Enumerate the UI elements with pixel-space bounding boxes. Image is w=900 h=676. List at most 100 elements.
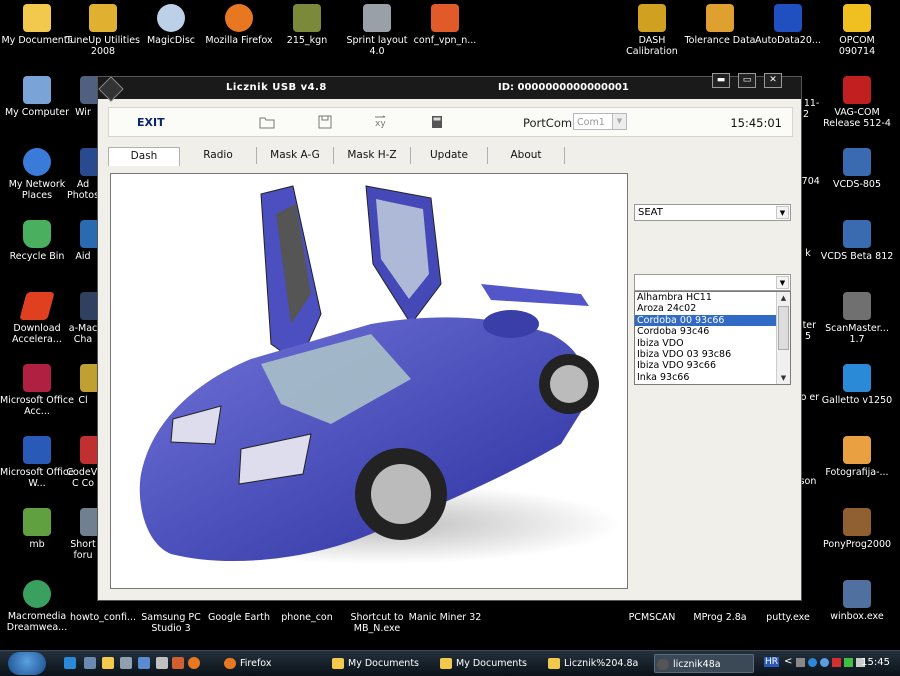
ie-icon[interactable] [64, 657, 76, 669]
chevron-down-icon: ▼ [612, 114, 626, 129]
desktop-icon-scanmaster[interactable]: ScanMaster... 1.7 [820, 290, 894, 358]
list-scrollbar[interactable]: ▲ ▼ [776, 292, 790, 384]
desktop-icon-galletto[interactable]: Galletto v1250 [820, 362, 894, 430]
start-button[interactable] [8, 652, 46, 675]
desktop-icon-fotografija[interactable]: Fotografija-... [820, 434, 894, 502]
desktop-icon-ms-access[interactable]: Microsoft Office Acc... [0, 362, 74, 430]
desktop-icon-recycle-bin[interactable]: Recycle Bin [0, 218, 74, 286]
desktop-icon-sprint-layout[interactable]: Sprint layout 4.0 [340, 2, 414, 70]
desktop-icon-partial-photoshop[interactable]: Ad Photos [66, 146, 100, 214]
toolbar: EXIT xy PortCom Com1 ▼ 15:45:01 [108, 107, 793, 137]
list-item[interactable]: Ibiza VDO 03 93c86 [635, 349, 790, 360]
scroll-up-icon[interactable]: ▲ [777, 292, 790, 304]
desktop-icon-magicdisc[interactable]: MagicDisc [134, 2, 208, 70]
desktop-icon-partial-amac[interactable]: a-Mac Cha [66, 290, 100, 358]
scroll-thumb[interactable] [778, 306, 789, 350]
desktop-icon-winbox[interactable]: winbox.exe [820, 578, 894, 646]
save-disk-icon[interactable] [317, 115, 333, 129]
desktop-icon-tuneup[interactable]: TuneUp Utilities 2008 [66, 2, 140, 70]
tray-icon[interactable] [808, 658, 817, 667]
desktop-icon-vcds-805[interactable]: VCDS-805 [820, 146, 894, 214]
desktop-icon-partial-aid[interactable]: Aid [66, 218, 100, 286]
blue-supercar-image [139, 185, 621, 564]
quicklaunch-icon[interactable] [120, 657, 132, 669]
model-dropdown-list[interactable]: Alhambra HC11 Aroza 24c02 Cordoba 00 93c… [634, 291, 791, 385]
chevron-down-icon: ▼ [776, 206, 789, 219]
taskbar-item-my-documents[interactable]: My Documents [330, 654, 430, 673]
tray-clock[interactable]: 15:45 [861, 657, 890, 668]
desktop-icon-partial-cl[interactable]: Cl [66, 362, 100, 430]
tab-update[interactable]: Update [411, 147, 488, 164]
portcom-select[interactable]: Com1 ▼ [573, 113, 627, 130]
desktop-icon-ponyprog[interactable]: PonyProg2000 [820, 506, 894, 574]
disc-icon [157, 4, 185, 32]
desktop-icon-conf-vpn[interactable]: conf_vpn_n... [408, 2, 482, 70]
desktop-icon-vcds-beta[interactable]: VCDS Beta 812 [820, 218, 894, 286]
tab-strip: Dash Radio Mask A-G Mask H-Z Update Abou… [108, 147, 578, 166]
model-select[interactable]: ▼ [634, 274, 791, 291]
desktop-icon-my-computer[interactable]: My Computer [0, 74, 74, 142]
quicklaunch-icon[interactable] [138, 657, 150, 669]
desktop-icon-partial-wir[interactable]: Wir [66, 74, 100, 142]
opcom-icon [843, 4, 871, 32]
scroll-down-icon[interactable]: ▼ [777, 372, 790, 384]
quicklaunch-icon[interactable] [84, 657, 96, 669]
desktop-icon-tolerance-data[interactable]: Tolerance Data [683, 2, 757, 70]
tab-mask-a-g[interactable]: Mask A-G [257, 147, 334, 164]
quicklaunch-icon[interactable] [156, 657, 168, 669]
desktop-icon-dreamweaver[interactable]: Macromedia Dreamwea... [0, 578, 74, 646]
desktop-icon-download-accelerator[interactable]: Download Accelera... [0, 290, 74, 358]
desktop-icon-firefox[interactable]: Mozilla Firefox [202, 2, 276, 70]
tray-icon[interactable] [820, 658, 829, 667]
tray-icon[interactable] [796, 658, 805, 667]
tab-dash[interactable]: Dash [108, 147, 180, 166]
desktop-icon-my-network[interactable]: My Network Places [0, 146, 74, 214]
tab-mask-h-z[interactable]: Mask H-Z [334, 147, 411, 164]
open-folder-icon[interactable] [259, 115, 275, 129]
brand-select[interactable]: SEAT ▼ [634, 204, 791, 221]
maximize-button[interactable]: ▭ [738, 73, 756, 88]
minimize-button[interactable]: ▬ [712, 73, 730, 88]
download-accelerator-icon [19, 292, 55, 320]
exit-button[interactable]: EXIT [137, 116, 165, 129]
tray-icon[interactable] [832, 658, 841, 667]
desktop-icon-dash-calibration[interactable]: DASH Calibration [615, 2, 689, 70]
list-item[interactable]: Ibiza VDO [635, 338, 790, 349]
taskbar-item-licznik48a[interactable]: licznik48a [654, 654, 754, 673]
list-item[interactable]: Ibiza VDO 93c66 [635, 360, 790, 371]
tray-expand-icon[interactable]: < [784, 656, 792, 667]
calculator-icon[interactable] [429, 115, 445, 129]
list-item[interactable]: Alhambra HC11 [635, 292, 790, 303]
licznik-window: Licznik USB v4.8 ID: 0000000000000001 ▬ … [97, 73, 802, 601]
tab-about[interactable]: About [488, 147, 565, 164]
quicklaunch-icon[interactable] [172, 657, 184, 669]
desktop-icon-215-kgn[interactable]: 215_kgn [270, 2, 344, 70]
taskbar-item-licznik-folder[interactable]: Licznik%204.8a [546, 654, 646, 673]
taskbar-item-my-documents-2[interactable]: My Documents [438, 654, 538, 673]
dreamweaver-icon [23, 580, 51, 608]
folder-icon [23, 4, 51, 32]
desktop-icon-autodata[interactable]: AutoData20... [751, 2, 825, 70]
portcom-label: PortCom [523, 116, 573, 130]
desktop-icon-partial-shortcut[interactable]: Short foru [66, 506, 100, 574]
desktop-icon-partial-codevision[interactable]: CodeVi C Co [66, 434, 100, 502]
desktop-icon-mb[interactable]: mb [0, 506, 74, 574]
tab-radio[interactable]: Radio [180, 147, 257, 164]
list-item[interactable]: Inka 93c66 [635, 372, 790, 383]
desktop-icon-ms-word[interactable]: Microsoft Office W... [0, 434, 74, 502]
list-item[interactable]: Aroza 24c02 [635, 303, 790, 314]
language-indicator[interactable]: HR [764, 657, 780, 667]
desktop-icon-vag-com[interactable]: VAG-COM Release 512-4 [820, 74, 894, 142]
desktop-icon-opcom[interactable]: OPCOM 090714 [820, 2, 894, 70]
xy-swap-icon[interactable]: xy [373, 115, 389, 129]
folder-icon[interactable] [102, 657, 114, 669]
network-signal-icon[interactable] [844, 658, 853, 667]
list-item[interactable]: Cordoba 93c46 [635, 326, 790, 337]
network-icon [23, 148, 51, 176]
firefox-icon[interactable] [188, 657, 200, 669]
desktop-icon-my-documents[interactable]: My Documents [0, 2, 74, 70]
list-item-selected[interactable]: Cordoba 00 93c66 [635, 314, 790, 327]
taskbar-item-firefox[interactable]: Firefox [222, 654, 322, 673]
close-button[interactable]: ✕ [764, 73, 782, 88]
window-titlebar[interactable]: Licznik USB v4.8 ID: 0000000000000001 [98, 76, 801, 102]
